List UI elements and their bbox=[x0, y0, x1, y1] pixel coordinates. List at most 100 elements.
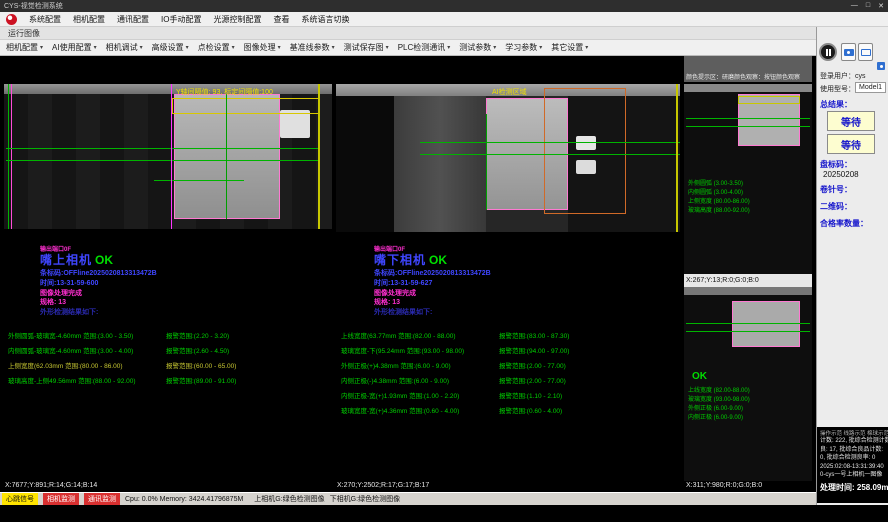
toolbar-camera-config[interactable]: 相机配置▾ bbox=[6, 42, 43, 53]
title-bar: CYS-视觉检测系统 — □ ✕ bbox=[0, 0, 888, 12]
tool-bar: 相机配置▾ AI使用配置▾ 相机调试▾ 高级设置▾ 点检设置▾ 图像处理▾ 基准… bbox=[0, 40, 816, 56]
measure-line bbox=[420, 154, 680, 155]
thumb-line: 上侧宽度 (80.00-86.00) bbox=[688, 198, 750, 207]
thumb-upper-coords-bar: X:267;Y:13;R:0;G:0;B:0 bbox=[684, 274, 812, 287]
measure-row: 外侧圆弧-玻璃宽-4.60mm 范围:(3.00 - 3.50) 报警范围:(2… bbox=[8, 330, 338, 342]
window-title: CYS-视觉检测系统 bbox=[4, 1, 63, 11]
toolbar-test-params[interactable]: 测试参数▾ bbox=[459, 42, 496, 53]
maximize-button[interactable]: □ bbox=[866, 2, 870, 10]
pause-icon bbox=[826, 49, 828, 56]
calibration-line bbox=[676, 84, 678, 232]
menu-io-manual-config[interactable]: IO手动配置 bbox=[161, 14, 201, 25]
measurement-text: 玻璃高度-上侧49.56mm 范围:(88.00 - 92.00) bbox=[8, 375, 136, 385]
window-controls: — □ ✕ bbox=[851, 2, 884, 10]
camera-icon-small[interactable] bbox=[877, 62, 885, 70]
camera-view-upper: Y轴间隔值: 93, 标定间隔值:100 输出端口0F 嘴上相机OK 条标码:O… bbox=[4, 84, 332, 481]
roi-line-vertical bbox=[171, 84, 172, 229]
chevron-down-icon: ▾ bbox=[94, 44, 97, 51]
measure-line-vertical bbox=[226, 94, 227, 219]
toolbar-test-save-image[interactable]: 测试保存图▾ bbox=[344, 42, 389, 53]
time-text: 时间:13-31-59-627 bbox=[374, 278, 432, 288]
reflection-glint bbox=[576, 160, 596, 174]
comm-monitor-badge: 通讯监测 bbox=[84, 493, 120, 505]
minimize-button[interactable]: — bbox=[851, 2, 858, 10]
measure-row: 内侧正极(-)4.38mm 范围:(6.00 - 9.00) 报警范围:(2.0… bbox=[341, 375, 671, 387]
menu-camera-config[interactable]: 相机配置 bbox=[73, 14, 105, 25]
thumb-line: 外侧圆弧 (3.00-3.50) bbox=[688, 180, 750, 189]
alarm-range-text: 报警范围:(83.00 - 87.30) bbox=[499, 330, 569, 340]
measure-row: 内侧正极-宽(+)1.93mm 范围:(1.00 - 2.20) 报警范围:(1… bbox=[341, 390, 671, 402]
thumbnail-upper[interactable]: 外侧圆弧 (3.00-3.50) 内侧圆弧 (3.00-4.00) 上侧宽度 (… bbox=[684, 84, 812, 274]
thumb-measure-text: 外侧圆弧 (3.00-3.50) 内侧圆弧 (3.00-4.00) 上侧宽度 (… bbox=[688, 180, 750, 216]
toolbar-advanced-settings[interactable]: 高级设置▾ bbox=[152, 42, 189, 53]
thumb-measure-text: 上线宽度 (82.00-88.00) 玻璃宽度 (93.00-98.00) 外侧… bbox=[688, 387, 750, 423]
barcode-text: 条标码:OFFline2025020813313472B bbox=[40, 268, 157, 278]
measurement-text: 内侧正极-宽(+)1.93mm 范围:(1.00 - 2.20) bbox=[341, 390, 459, 400]
measure-line bbox=[6, 148, 320, 149]
result-ok-badge: OK bbox=[95, 253, 113, 267]
toolbar-ai-config[interactable]: AI使用配置▾ bbox=[52, 42, 97, 53]
chevron-down-icon: ▾ bbox=[140, 44, 143, 51]
toolbar-plc-comm[interactable]: PLC检测通讯▾ bbox=[398, 42, 451, 53]
spec-text: 规格: 13 bbox=[40, 297, 66, 307]
toolbar-label: AI使用配置 bbox=[52, 42, 92, 53]
measure-line bbox=[154, 180, 244, 181]
thumbnail-lower[interactable]: OK 上线宽度 (82.00-88.00) 玻璃宽度 (93.00-98.00)… bbox=[684, 287, 812, 481]
thumb-line: 上线宽度 (82.00-88.00) bbox=[688, 387, 750, 396]
measurement-text: 玻璃宽度-下(95.24mm 范围:(93.00 - 98.00) bbox=[341, 345, 464, 355]
measure-line bbox=[686, 118, 810, 119]
menu-view[interactable]: 查看 bbox=[273, 14, 289, 25]
menu-comm-config[interactable]: 通讯配置 bbox=[117, 14, 149, 25]
toolbar-label: 相机配置 bbox=[6, 42, 38, 53]
alarm-range-text: 报警范围:(2.20 - 3.20) bbox=[166, 330, 229, 340]
note-text: 外形检测结果如下: bbox=[40, 307, 98, 317]
calibration-line bbox=[318, 84, 320, 229]
menu-light-control-config[interactable]: 光源控制配置 bbox=[213, 14, 261, 25]
pixel-coords-readout: X:270;Y:2502;R:17;G:17;B:17 bbox=[337, 482, 429, 489]
lower-camera-status-text: 下相机G:绿色检测图像 bbox=[330, 494, 400, 504]
thumb-line: 玻璃宽度 (93.00-98.00) bbox=[688, 396, 750, 405]
pixel-coords-readout: X:267;Y:13;R:0;G:0;B:0 bbox=[686, 277, 759, 284]
cpu-memory-readout: Cpu: 0.0% Memory: 3424.41796875M bbox=[125, 496, 243, 503]
app: CYS-视觉检测系统 — □ ✕ 系统配置 相机配置 通讯配置 IO手动配置 光… bbox=[0, 0, 888, 522]
menu-system-config[interactable]: 系统配置 bbox=[29, 14, 61, 25]
alarm-range-text: 报警范围:(60.00 - 65.00) bbox=[166, 360, 236, 370]
roi-box-yellow bbox=[738, 96, 800, 104]
toolbar-image-processing[interactable]: 图像处理▾ bbox=[244, 42, 281, 53]
toolbar-other-settings[interactable]: 其它设置▾ bbox=[551, 42, 588, 53]
alarm-range-text: 报警范围:(1.10 - 2.10) bbox=[499, 390, 562, 400]
tab-run-image[interactable]: 运行图像 bbox=[8, 28, 40, 39]
close-button[interactable]: ✕ bbox=[878, 2, 884, 10]
camera-result-title: 嘴上相机OK bbox=[40, 251, 113, 269]
color-hint-block: 颜色提示区：研磨颜色观察：按钮颜色观察 bbox=[684, 56, 812, 82]
ai-roi-box bbox=[544, 88, 626, 214]
toolbar-camera-debug[interactable]: 相机调试▾ bbox=[106, 42, 143, 53]
side-panel: 登录用户：cys 使用型号： Model1 总结果： 等待 等待 盘标码： 20… bbox=[816, 27, 888, 505]
camera-capture-button[interactable] bbox=[841, 43, 856, 61]
process-time-readout: 处理时间: 258.09ms bbox=[820, 482, 886, 493]
ai-region-annotation: AI检测区域 bbox=[492, 87, 527, 97]
toolbar-label: 测试保存图 bbox=[344, 42, 384, 53]
measurement-text: 内侧圆弧-玻璃宽-4.60mm 范围:(3.00 - 4.00) bbox=[8, 345, 133, 355]
model-value-box[interactable]: Model1 bbox=[855, 82, 886, 93]
chevron-down-icon: ▾ bbox=[332, 44, 335, 51]
stats-line: 计数: 222, 批综合检测计数: bbox=[820, 437, 886, 446]
alarm-range-text: 报警范围:(2.00 - 77.00) bbox=[499, 360, 566, 370]
menu-language-switch[interactable]: 系统语言切换 bbox=[301, 14, 349, 25]
time-text: 时间:13-31-59-600 bbox=[40, 278, 98, 288]
toolbar-spot-check[interactable]: 点检设置▾ bbox=[198, 42, 235, 53]
pause-button[interactable] bbox=[819, 43, 837, 61]
measure-line bbox=[420, 142, 680, 143]
thumb-line: 玻璃高度 (88.00-92.00) bbox=[688, 207, 750, 216]
camera-image-upper[interactable]: Y轴间隔值: 93, 标定间隔值:100 bbox=[4, 84, 332, 229]
login-user-value: cys bbox=[855, 73, 866, 80]
result-ok-badge: OK bbox=[692, 371, 707, 382]
chevron-down-icon: ▾ bbox=[232, 44, 235, 51]
camera-image-lower[interactable]: AI检测区域 bbox=[336, 84, 680, 232]
monitor-button[interactable] bbox=[858, 43, 873, 61]
toolbar-baseline-params[interactable]: 基准线参数▾ bbox=[290, 42, 335, 53]
interval-annotation: Y轴间隔值: 93, 标定间隔值:100 bbox=[176, 87, 273, 97]
toolbar-learning-params[interactable]: 学习参数▾ bbox=[505, 42, 542, 53]
menu-bar: 系统配置 相机配置 通讯配置 IO手动配置 光源控制配置 查看 系统语言切换 bbox=[0, 12, 888, 27]
part-surface bbox=[732, 301, 800, 347]
